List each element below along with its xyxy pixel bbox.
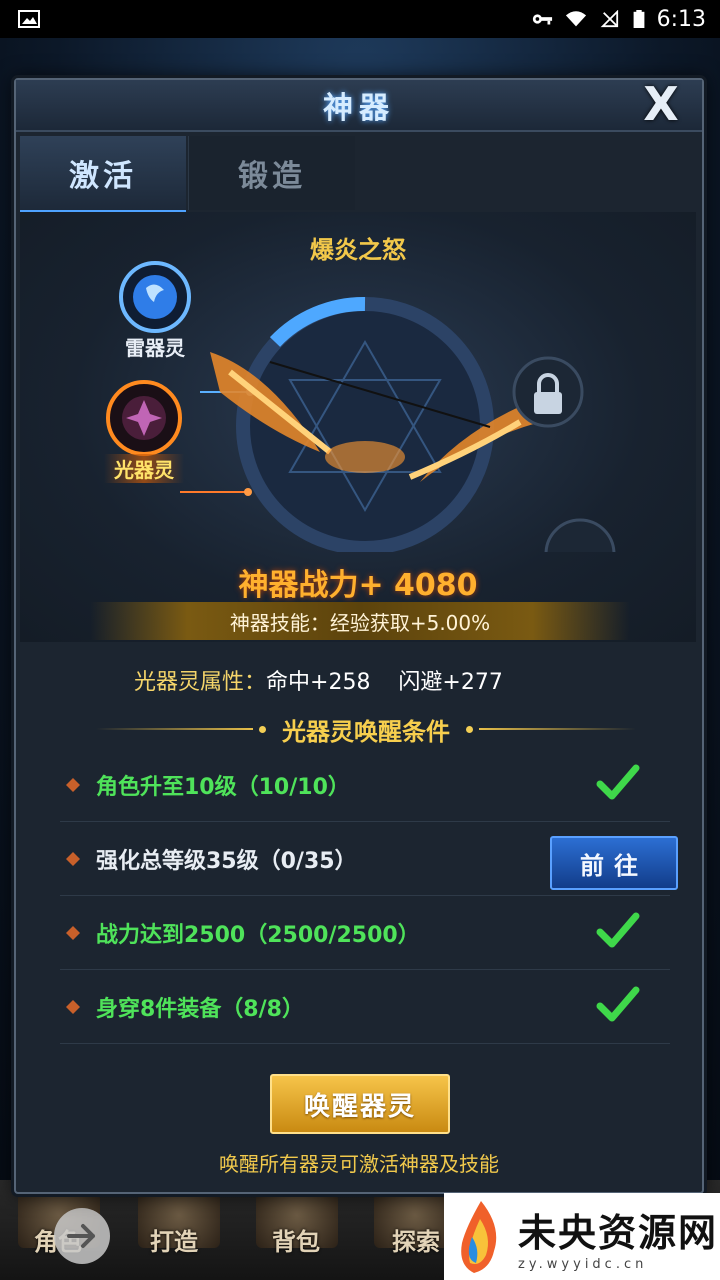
arrow-right-icon	[67, 1224, 95, 1248]
flame-logo-icon	[461, 1200, 497, 1273]
artifact-dialog: 神器 X 激活 锻造 爆炎之怒 雷器灵 光器灵 神器战力+ 4080 神器技能：…	[14, 77, 704, 1194]
bullet-icon	[66, 777, 80, 792]
dialog-header: 神器	[16, 80, 702, 132]
attributes-values: 命中+258 闪避+277	[266, 670, 503, 695]
artifact-skill: 神器技能：经验获取+5.00%	[90, 602, 630, 640]
condition-row: 强化总等级35级（0/35） 前往	[60, 822, 678, 896]
wifi-icon	[565, 11, 586, 27]
light-spirit-label: 光器灵	[104, 454, 184, 483]
conditions-title: 光器灵唤醒条件	[282, 717, 450, 746]
back-button[interactable]	[54, 1208, 110, 1264]
nav-item-bag[interactable]: 背包	[272, 1222, 320, 1257]
lock-icon-top	[512, 356, 584, 428]
checkmark-icon	[596, 986, 640, 1022]
checkmark-icon	[596, 912, 640, 948]
bullet-icon	[66, 999, 80, 1014]
bullet-icon	[66, 851, 80, 866]
artifact-stage: 爆炎之怒 雷器灵 光器灵 神器战力+ 4080 神器技能：经验获取+5.00%	[20, 212, 696, 642]
condition-text: 强化总等级35级（0/35）	[96, 848, 357, 874]
condition-row: 身穿8件装备（8/8）	[60, 970, 670, 1044]
light-spirit-icon	[106, 380, 182, 456]
condition-row: 战力达到2500（2500/2500）	[60, 896, 670, 970]
tab-forge[interactable]: 锻造	[188, 136, 355, 210]
watermark-title: 未央资源网	[518, 1209, 719, 1255]
dialog-title: 神器	[323, 91, 395, 126]
lock-icon-bottom	[544, 518, 616, 552]
artifact-power: 神器战力+ 4080	[238, 568, 478, 603]
condition-text: 战力达到2500（2500/2500）	[96, 922, 420, 948]
nav-item-forge[interactable]: 打造	[150, 1222, 198, 1257]
spirit-attributes: 光器灵属性：命中+258 闪避+277	[134, 664, 503, 696]
attributes-label: 光器灵属性：	[134, 670, 267, 695]
bullet-icon	[66, 925, 80, 940]
checkmark-icon	[596, 764, 640, 800]
awaken-button[interactable]: 唤醒器灵	[270, 1074, 450, 1134]
condition-text: 角色升至10级（10/10）	[96, 774, 350, 800]
conditions-header: 光器灵唤醒条件	[96, 712, 636, 746]
go-button[interactable]: 前往	[550, 836, 678, 890]
light-spirit[interactable]: 光器灵	[104, 378, 184, 483]
thunder-spirit-label: 雷器灵	[125, 336, 185, 360]
close-button[interactable]: X	[630, 77, 692, 131]
tab-activate[interactable]: 激活	[20, 136, 186, 213]
image-notification-icon	[18, 10, 40, 28]
condition-row: 角色升至10级（10/10）	[60, 748, 670, 822]
watermark-subtitle: zy.wyyidc.cn	[518, 1256, 648, 1272]
status-bar: 6:13	[0, 0, 720, 38]
nav-item-explore[interactable]: 探索	[392, 1222, 440, 1257]
watermark-logo: 未央资源网 zy.wyyidc.cn	[444, 1193, 720, 1280]
battery-icon	[633, 10, 644, 28]
thunder-spirit[interactable]: 雷器灵	[116, 258, 194, 361]
status-time: 6:13	[656, 6, 706, 32]
signal-off-icon	[600, 10, 618, 28]
awaken-hint: 唤醒所有器灵可激活神器及技能	[219, 1152, 499, 1176]
key-icon	[532, 14, 552, 25]
tab-bar: 激活 锻造	[20, 136, 696, 213]
thunder-spirit-icon	[119, 261, 191, 333]
condition-text: 身穿8件装备（8/8）	[96, 996, 304, 1022]
